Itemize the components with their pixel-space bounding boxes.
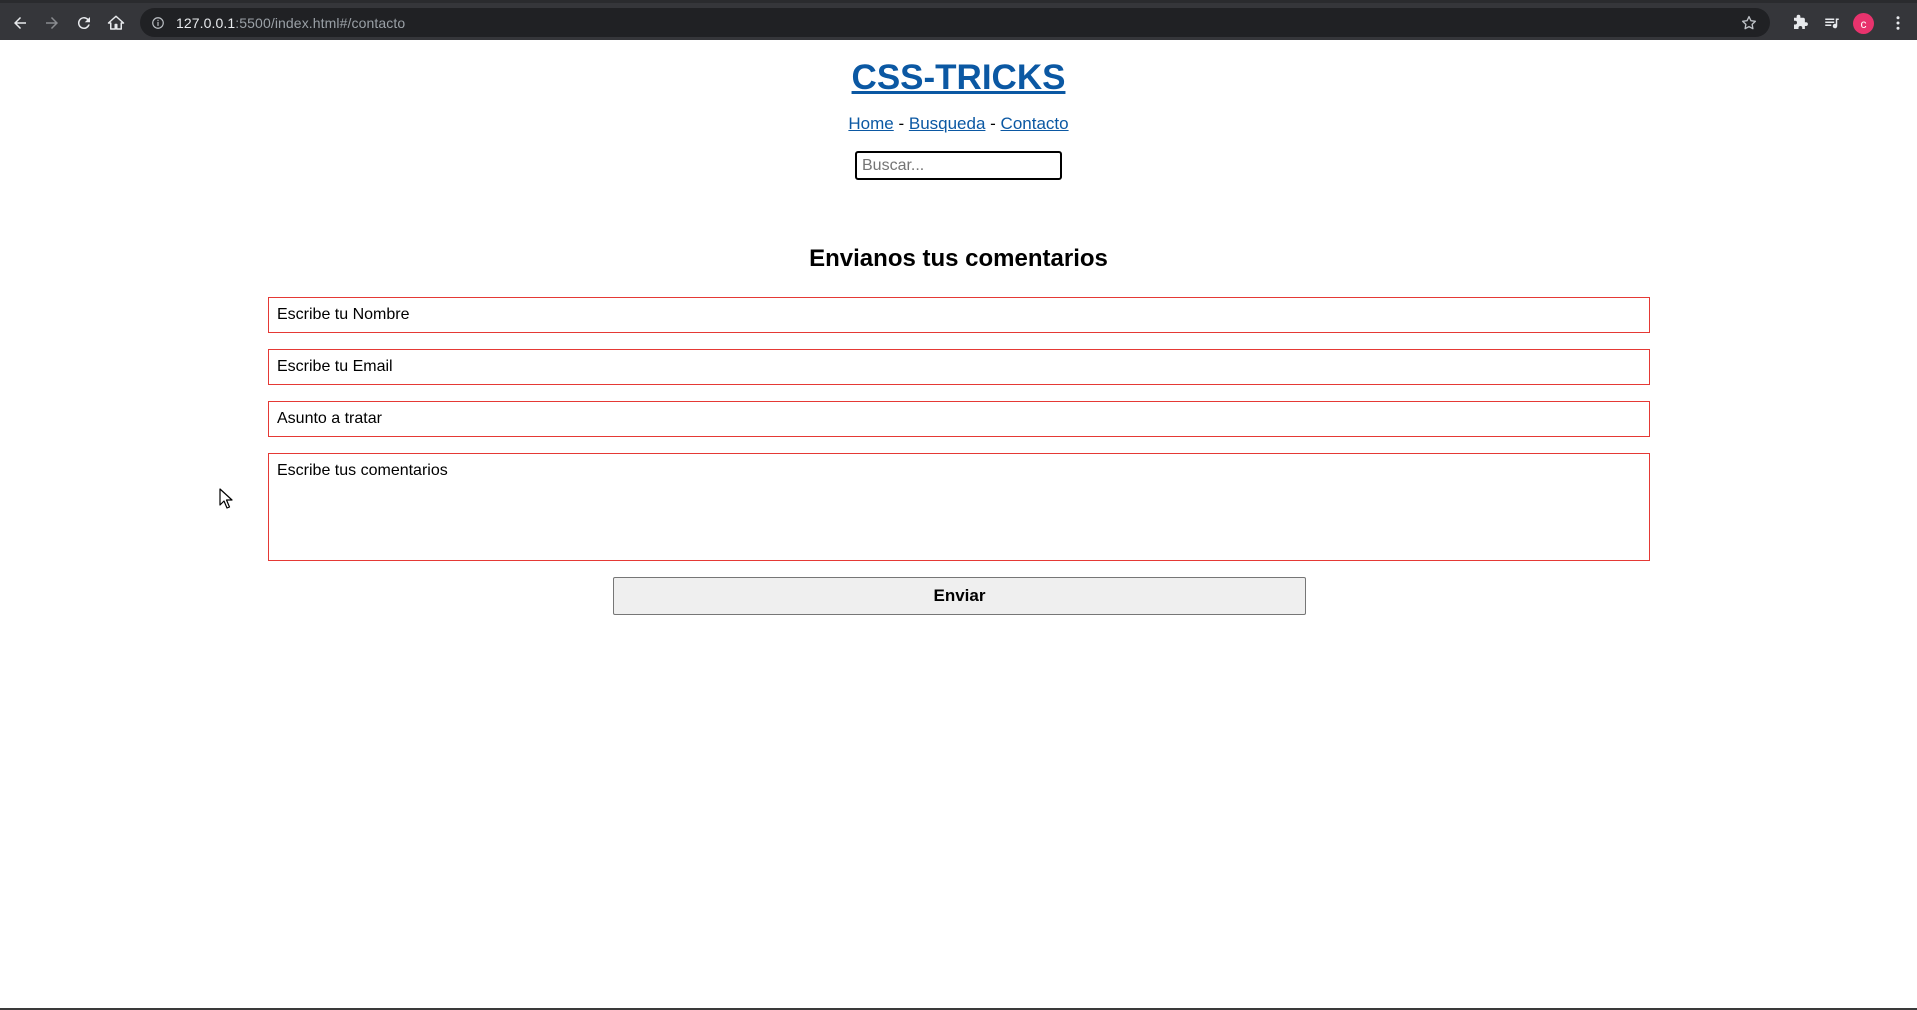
url-path: :5500/index.html#/contacto — [235, 14, 406, 31]
nav-link-home[interactable]: Home — [848, 114, 893, 133]
profile-avatar[interactable]: c — [1853, 13, 1874, 34]
site-title: CSS-TRICKS — [0, 58, 1917, 98]
url-text: 127.0.0.1:5500/index.html#/contacto — [176, 15, 405, 31]
star-icon[interactable] — [1740, 14, 1758, 32]
comments-textarea[interactable] — [268, 453, 1650, 561]
nav-link-contacto[interactable]: Contacto — [1001, 114, 1069, 133]
form-title: Envianos tus comentarios — [809, 245, 1108, 272]
nav-separator: - — [893, 114, 909, 133]
name-field[interactable] — [268, 297, 1650, 333]
mouse-cursor-icon — [219, 488, 233, 509]
email-field[interactable] — [268, 349, 1650, 385]
address-bar[interactable]: 127.0.0.1:5500/index.html#/contacto — [140, 8, 1770, 37]
nav-separator: - — [985, 114, 1001, 133]
main-nav: Home - Busqueda - Contacto — [0, 114, 1917, 134]
home-icon[interactable] — [102, 9, 130, 37]
site-title-link[interactable]: CSS-TRICKS — [852, 58, 1066, 97]
menu-icon[interactable] — [1884, 9, 1912, 37]
search-input[interactable] — [855, 151, 1062, 180]
browser-toolbar: 127.0.0.1:5500/index.html#/contacto c — [0, 0, 1917, 40]
extensions-icon[interactable] — [1786, 9, 1814, 37]
url-host: 127.0.0.1 — [176, 14, 236, 31]
subject-field[interactable] — [268, 401, 1650, 437]
reload-icon[interactable] — [70, 9, 98, 37]
back-arrow-icon[interactable] — [6, 9, 34, 37]
forward-arrow-icon[interactable] — [38, 9, 66, 37]
media-icon[interactable] — [1818, 9, 1846, 37]
nav-link-busqueda[interactable]: Busqueda — [909, 114, 986, 133]
info-icon[interactable] — [150, 15, 166, 31]
send-button[interactable]: Enviar — [613, 577, 1306, 615]
